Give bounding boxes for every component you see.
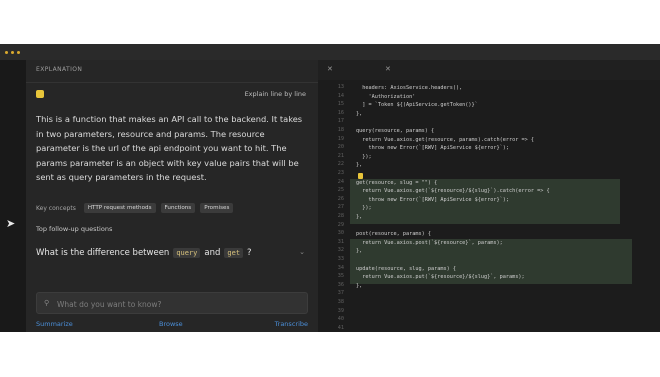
code-editor: ✕ ✕ 13 14 15 16 17 18 19 20 21 22 23 24 25 26 27 28 29 30… xyxy=(318,60,660,332)
key-concepts-label: Key concepts xyxy=(36,204,76,212)
ask-input[interactable] xyxy=(55,297,299,311)
code-line: query(resource, params) { xyxy=(356,128,435,134)
line-number: 34 xyxy=(337,264,344,271)
line-number: 27 xyxy=(337,204,344,211)
explanation-text: This is a function that makes an API cal… xyxy=(36,114,303,182)
question-mid: and xyxy=(204,248,221,258)
code-line: }, xyxy=(356,248,363,255)
close-tab-icon[interactable]: ✕ xyxy=(327,65,333,73)
line-number: 13 xyxy=(337,84,344,90)
line-number: 19 xyxy=(337,135,344,142)
line-number: 14 xyxy=(337,92,344,99)
code-line: update(resource, slug, params) { xyxy=(356,265,456,272)
code-line: return Vue.axios.get(resource, params).c… xyxy=(356,136,535,143)
app-window: ➤ EXPLANATION Explain line by line This … xyxy=(0,44,660,332)
code-line: }, xyxy=(356,282,363,289)
key-concepts: Key concepts HTTP request methods Functi… xyxy=(36,202,238,214)
line-number: 22 xyxy=(337,161,344,168)
line-number: 40 xyxy=(337,316,344,323)
line-number: 38 xyxy=(337,299,344,305)
line-number: 31 xyxy=(337,238,344,245)
line-number: 23 xyxy=(337,170,344,176)
code-line: }); xyxy=(356,205,372,212)
ask-box: ⚲ xyxy=(36,292,308,314)
explanation-panel: EXPLANATION Explain line by line This is… xyxy=(26,60,318,332)
line-number: 20 xyxy=(337,144,344,151)
code-line: return Vue.axios.get(`${resource}/${slug… xyxy=(356,188,550,195)
browse-link[interactable]: Browse xyxy=(159,320,183,328)
window-dot-icon[interactable] xyxy=(17,51,20,54)
code-line: return Vue.axios.put(`${resource}/${slug… xyxy=(356,274,525,281)
code-chip: query xyxy=(173,248,201,258)
code-line: throw new Error(`[RWV] ApiService ${erro… xyxy=(356,196,510,203)
followup-label: Top follow-up questions xyxy=(36,225,113,233)
line-number: 29 xyxy=(337,221,344,228)
code-line: }); xyxy=(356,153,372,160)
line-number: 17 xyxy=(337,118,344,125)
window-dot-icon[interactable] xyxy=(5,51,8,54)
panel-title: EXPLANATION xyxy=(36,66,83,73)
line-number: 37 xyxy=(337,290,344,297)
line-number: 26 xyxy=(337,195,344,202)
code-line: }, xyxy=(356,162,363,169)
window-dot-icon[interactable] xyxy=(11,51,14,54)
code-line: post(resource, params) { xyxy=(356,231,431,238)
panel-header: EXPLANATION xyxy=(26,60,318,83)
tab-bar: ✕ ✕ xyxy=(318,60,660,80)
code-line: ] = `Token ${(ApiService.getToken()}` xyxy=(356,102,478,109)
code-chip: get xyxy=(224,248,244,258)
code-line: }, xyxy=(356,214,363,220)
activity-bar: ➤ xyxy=(0,60,26,332)
concept-chip[interactable]: Promises xyxy=(200,203,234,213)
search-icon: ⚲ xyxy=(44,299,50,307)
line-number: 28 xyxy=(337,213,344,219)
line-number: 30 xyxy=(337,230,344,237)
line-number: 33 xyxy=(337,256,344,262)
line-number: 32 xyxy=(337,247,344,254)
chevron-down-icon[interactable]: ⌄ xyxy=(299,248,305,256)
line-number: 41 xyxy=(337,324,344,331)
code-line: }, xyxy=(356,110,363,117)
summarize-link[interactable]: Summarize xyxy=(36,320,73,328)
code-line: 'Authorization' xyxy=(356,93,416,100)
line-number-gutter: 13 14 15 16 17 18 19 20 21 22 23 24 25 26 27 28 29 30 31 32… xyxy=(318,84,348,332)
code-line: throw new Error(`[RWV] ApiService ${erro… xyxy=(356,145,510,152)
lightbulb-icon xyxy=(36,90,44,98)
line-number: 21 xyxy=(337,152,344,159)
question-prefix: What is the difference between xyxy=(36,248,170,258)
close-tab-icon[interactable]: ✕ xyxy=(385,65,391,73)
line-number: 36 xyxy=(337,281,344,288)
code-line: headers: AxiosService.headers(), xyxy=(356,85,463,91)
transcribe-link[interactable]: Transcribe xyxy=(275,320,308,328)
followup-question[interactable]: What is the difference between query and… xyxy=(36,248,311,258)
explain-line-by-line-button[interactable]: Explain line by line xyxy=(245,90,306,98)
line-number: 18 xyxy=(337,127,344,133)
line-number: 25 xyxy=(337,187,344,194)
line-number: 35 xyxy=(337,273,344,280)
mouse-cursor-icon: ➤ xyxy=(6,217,16,230)
question-suffix: ? xyxy=(247,248,252,258)
concept-chip[interactable]: Functions xyxy=(160,203,196,213)
code-line: get(resource, slug = "") { xyxy=(356,179,438,186)
line-number: 16 xyxy=(337,109,344,116)
line-number: 39 xyxy=(337,307,344,314)
title-bar xyxy=(0,44,660,60)
line-number: 15 xyxy=(337,101,344,108)
concept-chip[interactable]: HTTP request methods xyxy=(83,203,156,213)
bottom-nav: Summarize Browse Transcribe xyxy=(36,320,308,332)
line-number: 24 xyxy=(337,178,344,185)
code-line: return Vue.axios.post(`${resource}`, par… xyxy=(356,239,503,246)
